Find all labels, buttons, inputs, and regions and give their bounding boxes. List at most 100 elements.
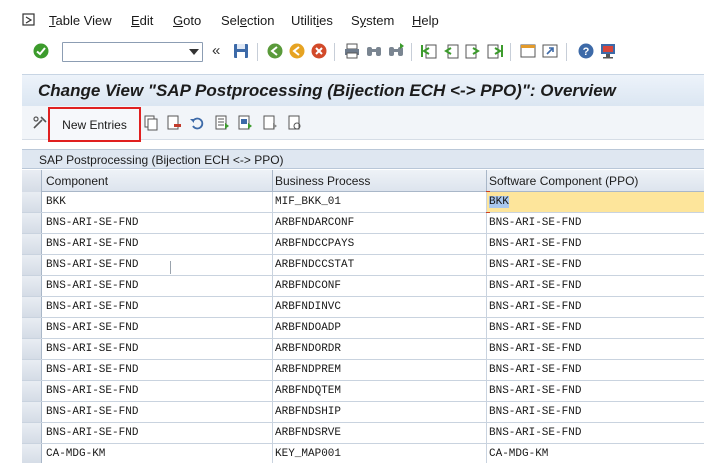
row-selector[interactable]	[22, 234, 42, 254]
save-icon[interactable]	[232, 42, 250, 60]
cell-business-process[interactable]: ARBFNDORDR	[275, 343, 341, 355]
cell-software-component[interactable]: BNS-ARI-SE-FND	[489, 238, 581, 250]
table-row[interactable]: BNS-ARI-SE-FND ARBFNDQTEM BNS-ARI-SE-FND	[22, 381, 704, 402]
cell-business-process[interactable]: ARBFNDCCSTAT	[275, 259, 354, 271]
row-selector[interactable]	[22, 444, 42, 463]
cell-business-process[interactable]: MIF_BKK_01	[275, 196, 341, 208]
cell-software-component[interactable]: BNS-ARI-SE-FND	[489, 259, 581, 271]
print-icon[interactable]	[343, 42, 361, 60]
row-selector[interactable]	[22, 381, 42, 401]
enter-check-icon[interactable]	[32, 42, 50, 60]
menu-table-view[interactable]: Table View	[49, 13, 112, 28]
cell-business-process[interactable]: ARBFNDSRVE	[275, 427, 341, 439]
row-selector[interactable]	[22, 360, 42, 380]
collapse-icon[interactable]: «	[212, 42, 220, 59]
table-row[interactable]: BNS-ARI-SE-FND ARBFNDORDR BNS-ARI-SE-FND	[22, 339, 704, 360]
cell-component[interactable]: BNS-ARI-SE-FND	[46, 406, 138, 418]
cell-software-component[interactable]: BNS-ARI-SE-FND	[489, 280, 581, 292]
back-icon[interactable]	[266, 42, 284, 60]
cell-software-component[interactable]: BNS-ARI-SE-FND	[489, 364, 581, 376]
cell-software-component[interactable]: BNS-ARI-SE-FND	[489, 406, 581, 418]
cell-component[interactable]: BKK	[46, 196, 66, 208]
deselect-all-icon[interactable]	[262, 115, 278, 131]
new-entries-button[interactable]: New Entries	[48, 107, 141, 142]
row-selector[interactable]	[22, 423, 42, 443]
cell-component[interactable]: BNS-ARI-SE-FND	[46, 427, 138, 439]
menu-help[interactable]: Help	[412, 13, 439, 28]
table-row[interactable]: CA-MDG-KM KEY_MAP001 CA-MDG-KM	[22, 444, 704, 463]
select-block-icon[interactable]	[237, 115, 253, 131]
table-row[interactable]: BNS-ARI-SE-FND ARBFNDSHIP BNS-ARI-SE-FND	[22, 402, 704, 423]
table-row[interactable]: BNS-ARI-SE-FND ARBFNDSRVE BNS-ARI-SE-FND	[22, 423, 704, 444]
cell-software-component[interactable]: BNS-ARI-SE-FND	[489, 343, 581, 355]
row-selector[interactable]	[22, 297, 42, 317]
cell-software-component[interactable]: BNS-ARI-SE-FND	[489, 301, 581, 313]
cancel-icon[interactable]	[310, 42, 328, 60]
menu-edit[interactable]: Edit	[131, 13, 153, 28]
command-field[interactable]	[62, 42, 203, 62]
undo-change-icon[interactable]	[189, 115, 205, 131]
cell-component[interactable]: BNS-ARI-SE-FND	[46, 322, 138, 334]
exit-icon[interactable]	[288, 42, 306, 60]
cell-business-process[interactable]: ARBFNDSHIP	[275, 406, 341, 418]
cell-component[interactable]: BNS-ARI-SE-FND	[46, 217, 138, 229]
row-selector[interactable]	[22, 276, 42, 296]
cell-business-process[interactable]: ARBFNDCCPAYS	[275, 238, 354, 250]
menu-utilities[interactable]: Utilities	[291, 13, 333, 28]
first-page-icon[interactable]	[420, 42, 438, 60]
cell-component[interactable]: BNS-ARI-SE-FND	[46, 259, 138, 271]
table-row[interactable]: BNS-ARI-SE-FND ARBFNDCCSTAT BNS-ARI-SE-FND	[22, 255, 704, 276]
cell-software-component[interactable]: BNS-ARI-SE-FND	[489, 322, 581, 334]
column-header-component[interactable]: Component	[46, 174, 108, 188]
menu-system[interactable]: System	[351, 13, 394, 28]
previous-page-icon[interactable]	[442, 42, 460, 60]
cell-software-component[interactable]: BNS-ARI-SE-FND	[489, 427, 581, 439]
cell-business-process[interactable]: ARBFNDPREM	[275, 364, 341, 376]
cell-component[interactable]: BNS-ARI-SE-FND	[46, 301, 138, 313]
cell-software-component[interactable]: BNS-ARI-SE-FND	[489, 217, 581, 229]
row-selector[interactable]	[22, 339, 42, 359]
cell-component[interactable]: BNS-ARI-SE-FND	[46, 238, 138, 250]
table-row[interactable]: BKK MIF_BKK_01 BKK	[22, 191, 704, 213]
find-next-icon[interactable]	[387, 42, 405, 60]
table-row[interactable]: BNS-ARI-SE-FND ARBFNDCONF BNS-ARI-SE-FND	[22, 276, 704, 297]
focused-cell[interactable]	[486, 192, 704, 212]
cell-software-component[interactable]: BNS-ARI-SE-FND	[489, 385, 581, 397]
cell-software-component[interactable]: BKK	[489, 196, 509, 208]
row-selector[interactable]	[22, 255, 42, 275]
select-all-icon[interactable]	[214, 115, 230, 131]
cell-component[interactable]: BNS-ARI-SE-FND	[46, 364, 138, 376]
cell-component[interactable]: BNS-ARI-SE-FND	[46, 385, 138, 397]
row-selector[interactable]	[22, 318, 42, 338]
print-field-list-icon[interactable]	[287, 115, 303, 131]
cell-business-process[interactable]: ARBFNDINVC	[275, 301, 341, 313]
next-page-icon[interactable]	[464, 42, 482, 60]
cell-component[interactable]: BNS-ARI-SE-FND	[46, 280, 138, 292]
cell-business-process[interactable]: ARBFNDCONF	[275, 280, 341, 292]
find-icon[interactable]	[365, 42, 383, 60]
table-row[interactable]: BNS-ARI-SE-FND ARBFNDINVC BNS-ARI-SE-FND	[22, 297, 704, 318]
dropdown-arrow-icon[interactable]	[189, 49, 199, 55]
display-change-icon[interactable]	[32, 115, 48, 131]
cell-component[interactable]: BNS-ARI-SE-FND	[46, 343, 138, 355]
column-header-software-component[interactable]: Software Component (PPO)	[489, 174, 638, 188]
row-selector[interactable]	[22, 402, 42, 422]
cell-business-process[interactable]: ARBFNDOADP	[275, 322, 341, 334]
cell-business-process[interactable]: ARBFNDARCONF	[275, 217, 354, 229]
menu-selection[interactable]: Selection	[221, 13, 275, 28]
customize-layout-icon[interactable]	[599, 42, 617, 60]
table-row[interactable]: BNS-ARI-SE-FND ARBFNDOADP BNS-ARI-SE-FND	[22, 318, 704, 339]
cell-software-component[interactable]: CA-MDG-KM	[489, 448, 548, 460]
table-row[interactable]: BNS-ARI-SE-FND ARBFNDARCONF BNS-ARI-SE-FND	[22, 213, 704, 234]
table-row[interactable]: BNS-ARI-SE-FND ARBFNDCCPAYS BNS-ARI-SE-FND	[22, 234, 704, 255]
create-session-icon[interactable]	[519, 42, 537, 60]
menu-goto[interactable]: Goto	[173, 13, 201, 28]
last-page-icon[interactable]	[486, 42, 504, 60]
cell-business-process[interactable]: KEY_MAP001	[275, 448, 341, 460]
cell-component[interactable]: CA-MDG-KM	[46, 448, 105, 460]
column-header-business-process[interactable]: Business Process	[275, 174, 370, 188]
delete-icon[interactable]	[166, 115, 182, 131]
copy-as-icon[interactable]	[143, 115, 159, 131]
select-all-rows-button[interactable]	[22, 170, 42, 192]
help-icon[interactable]: ?	[577, 42, 595, 60]
